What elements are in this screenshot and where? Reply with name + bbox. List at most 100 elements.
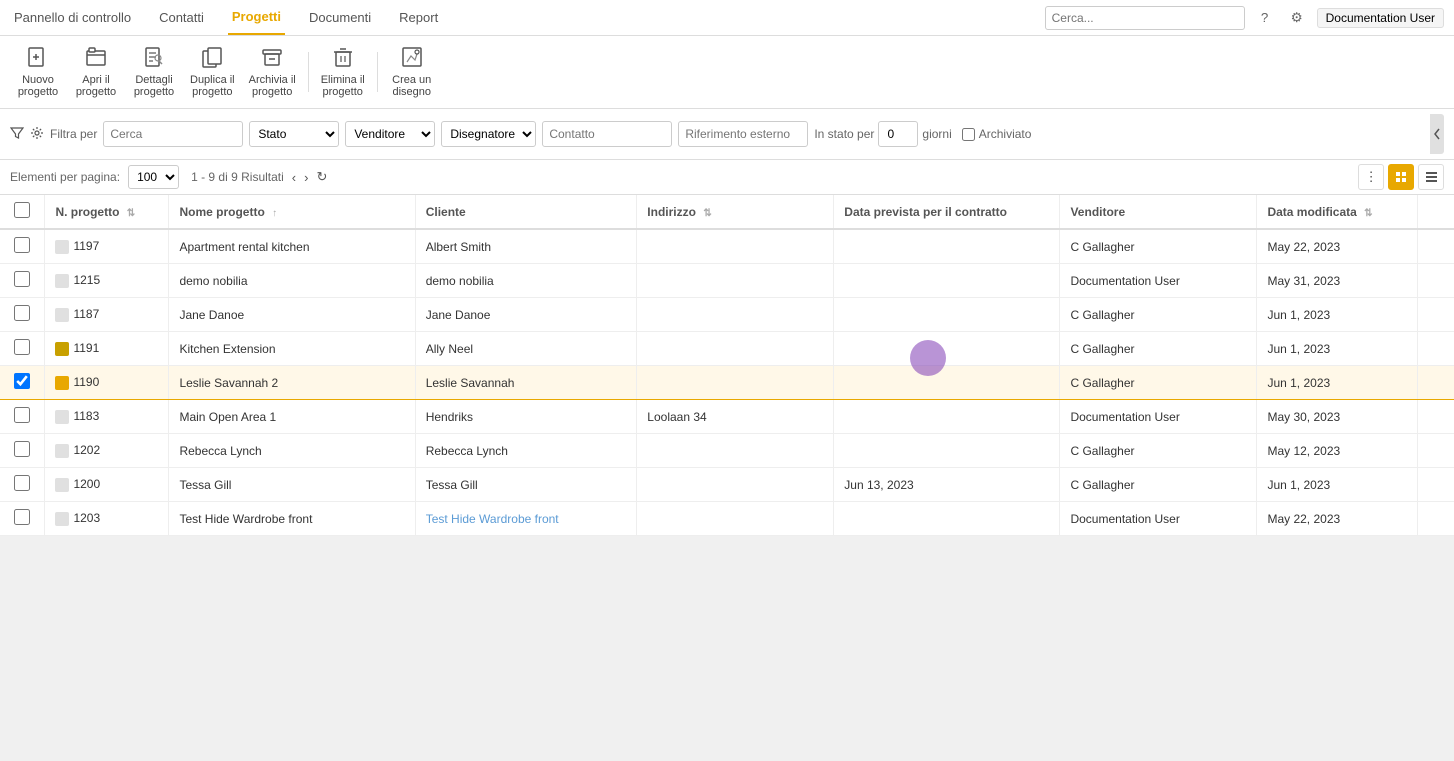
contatto-filter[interactable]	[542, 121, 672, 147]
table-row[interactable]: 1200 Tessa Gill Tessa Gill Jun 13, 2023 …	[0, 468, 1454, 502]
in-stato-per-wrapper: In stato per giorni	[814, 121, 951, 147]
archive-project-icon	[261, 46, 283, 72]
row-indirizzo: Loolaan 34	[637, 400, 834, 434]
row-cliente: Leslie Savannah	[415, 366, 637, 400]
row-n-progetto: 1197	[45, 229, 169, 264]
row-checkbox-cell[interactable]	[0, 468, 45, 502]
dettagli-progetto-label: Dettagli progetto	[134, 74, 174, 98]
row-checkbox-cell[interactable]	[0, 332, 45, 366]
row-checkbox-cell[interactable]	[0, 366, 45, 400]
apri-progetto-button[interactable]: Apri il progetto	[68, 42, 124, 102]
user-button[interactable]: Documentation User	[1317, 8, 1444, 28]
collapse-panel-button[interactable]	[1430, 114, 1444, 154]
col-header-n-progetto[interactable]: N. progetto ⇅	[45, 195, 169, 229]
row-data-contratto	[834, 229, 1060, 264]
projects-table-wrapper: N. progetto ⇅ Nome progetto ↑ Cliente In…	[0, 195, 1454, 536]
row-n-progetto: 1190	[45, 366, 169, 400]
row-checkbox-cell[interactable]	[0, 434, 45, 468]
disegnatore-filter[interactable]: Disegnatore	[441, 121, 536, 147]
row-checkbox-cell[interactable]	[0, 229, 45, 264]
row-checkbox-cell[interactable]	[0, 298, 45, 332]
row-checkbox-cell[interactable]	[0, 264, 45, 298]
row-venditore: Documentation User	[1060, 264, 1257, 298]
archiviato-checkbox[interactable]	[962, 128, 975, 141]
table-row[interactable]: 1202 Rebecca Lynch Rebecca Lynch C Galla…	[0, 434, 1454, 468]
filter-search-input[interactable]	[103, 121, 243, 147]
row-n-progetto: 1200	[45, 468, 169, 502]
row-data-contratto	[834, 434, 1060, 468]
archivia-progetto-button[interactable]: Archivia il progetto	[243, 42, 302, 102]
row-cliente[interactable]: Test Hide Wardrobe front	[415, 502, 637, 536]
dettagli-progetto-button[interactable]: Dettagli progetto	[126, 42, 182, 102]
row-checkbox[interactable]	[14, 509, 30, 525]
row-checkbox-cell[interactable]	[0, 400, 45, 434]
row-data-contratto	[834, 332, 1060, 366]
row-checkbox[interactable]	[14, 441, 30, 457]
row-checkbox[interactable]	[14, 237, 30, 253]
row-actions	[1417, 400, 1454, 434]
details-project-icon	[143, 46, 165, 72]
kebab-menu-button[interactable]: ⋮	[1358, 164, 1384, 190]
row-actions	[1417, 366, 1454, 400]
prev-page-button[interactable]: ‹	[292, 170, 296, 185]
table-row[interactable]: 1183 Main Open Area 1 Hendriks Loolaan 3…	[0, 400, 1454, 434]
duplica-progetto-label: Duplica il progetto	[190, 74, 235, 98]
duplica-progetto-button[interactable]: Duplica il progetto	[184, 42, 241, 102]
list-view-button[interactable]	[1418, 164, 1444, 190]
stato-filter[interactable]: Stato	[249, 121, 339, 147]
next-page-button[interactable]: ›	[304, 170, 308, 185]
view-toggle: ⋮	[1358, 164, 1444, 190]
col-header-venditore[interactable]: Venditore	[1060, 195, 1257, 229]
grid-view-button[interactable]	[1388, 164, 1414, 190]
table-row[interactable]: 1191 Kitchen Extension Ally Neel C Galla…	[0, 332, 1454, 366]
table-row[interactable]: 1203 Test Hide Wardrobe front Test Hide …	[0, 502, 1454, 536]
row-n-progetto: 1187	[45, 298, 169, 332]
refresh-button[interactable]: ↻	[316, 169, 327, 185]
giorni-input[interactable]	[878, 121, 918, 147]
row-checkbox[interactable]	[14, 407, 30, 423]
row-nome-progetto: Leslie Savannah 2	[169, 366, 415, 400]
crea-disegno-button[interactable]: Crea un disegno	[384, 42, 440, 102]
nuovo-progetto-button[interactable]: Nuovo progetto	[10, 42, 66, 102]
col-header-data-modificata[interactable]: Data modificata ⇅	[1257, 195, 1417, 229]
nav-item-report[interactable]: Report	[395, 0, 442, 35]
col-header-data-contratto[interactable]: Data prevista per il contratto	[834, 195, 1060, 229]
settings-filter-icon[interactable]	[30, 126, 44, 143]
row-data-modificata: Jun 1, 2023	[1257, 298, 1417, 332]
row-checkbox[interactable]	[14, 305, 30, 321]
table-row[interactable]: 1197 Apartment rental kitchen Albert Smi…	[0, 229, 1454, 264]
search-input[interactable]	[1045, 6, 1245, 30]
nav-item-documenti[interactable]: Documenti	[305, 0, 375, 35]
row-cliente: demo nobilia	[415, 264, 637, 298]
settings-icon-button[interactable]: ⚙	[1285, 6, 1309, 30]
row-checkbox[interactable]	[14, 373, 30, 389]
row-nome-progetto: Tessa Gill	[169, 468, 415, 502]
col-header-nome-progetto[interactable]: Nome progetto ↑	[169, 195, 415, 229]
table-row[interactable]: 1215 demo nobilia demo nobilia Documenta…	[0, 264, 1454, 298]
row-checkbox[interactable]	[14, 475, 30, 491]
filter-bar: Filtra per Stato Venditore Disegnatore I…	[0, 109, 1454, 160]
row-indirizzo	[637, 229, 834, 264]
table-row[interactable]: 1190 Leslie Savannah 2 Leslie Savannah C…	[0, 366, 1454, 400]
venditore-filter[interactable]: Venditore	[345, 121, 435, 147]
filter-icon[interactable]	[10, 126, 24, 143]
nav-item-pannello[interactable]: Pannello di controllo	[10, 0, 135, 35]
row-checkbox[interactable]	[14, 271, 30, 287]
select-all-checkbox[interactable]	[14, 202, 30, 218]
col-header-indirizzo[interactable]: Indirizzo ⇅	[637, 195, 834, 229]
riferimento-filter[interactable]	[678, 121, 808, 147]
elimina-progetto-button[interactable]: Elimina il progetto	[315, 42, 371, 102]
nav-item-contatti[interactable]: Contatti	[155, 0, 208, 35]
per-page-select[interactable]: 100	[128, 165, 179, 189]
row-checkbox[interactable]	[14, 339, 30, 355]
row-checkbox-cell[interactable]	[0, 502, 45, 536]
table-row[interactable]: 1187 Jane Danoe Jane Danoe C Gallagher J…	[0, 298, 1454, 332]
giorni-label: giorni	[922, 127, 951, 141]
select-all-column[interactable]	[0, 195, 45, 229]
nav-item-progetti[interactable]: Progetti	[228, 0, 285, 35]
row-venditore: C Gallagher	[1060, 434, 1257, 468]
col-header-cliente[interactable]: Cliente	[415, 195, 637, 229]
client-link[interactable]: Test Hide Wardrobe front	[426, 512, 559, 526]
row-indirizzo	[637, 468, 834, 502]
help-icon-button[interactable]: ?	[1253, 6, 1277, 30]
